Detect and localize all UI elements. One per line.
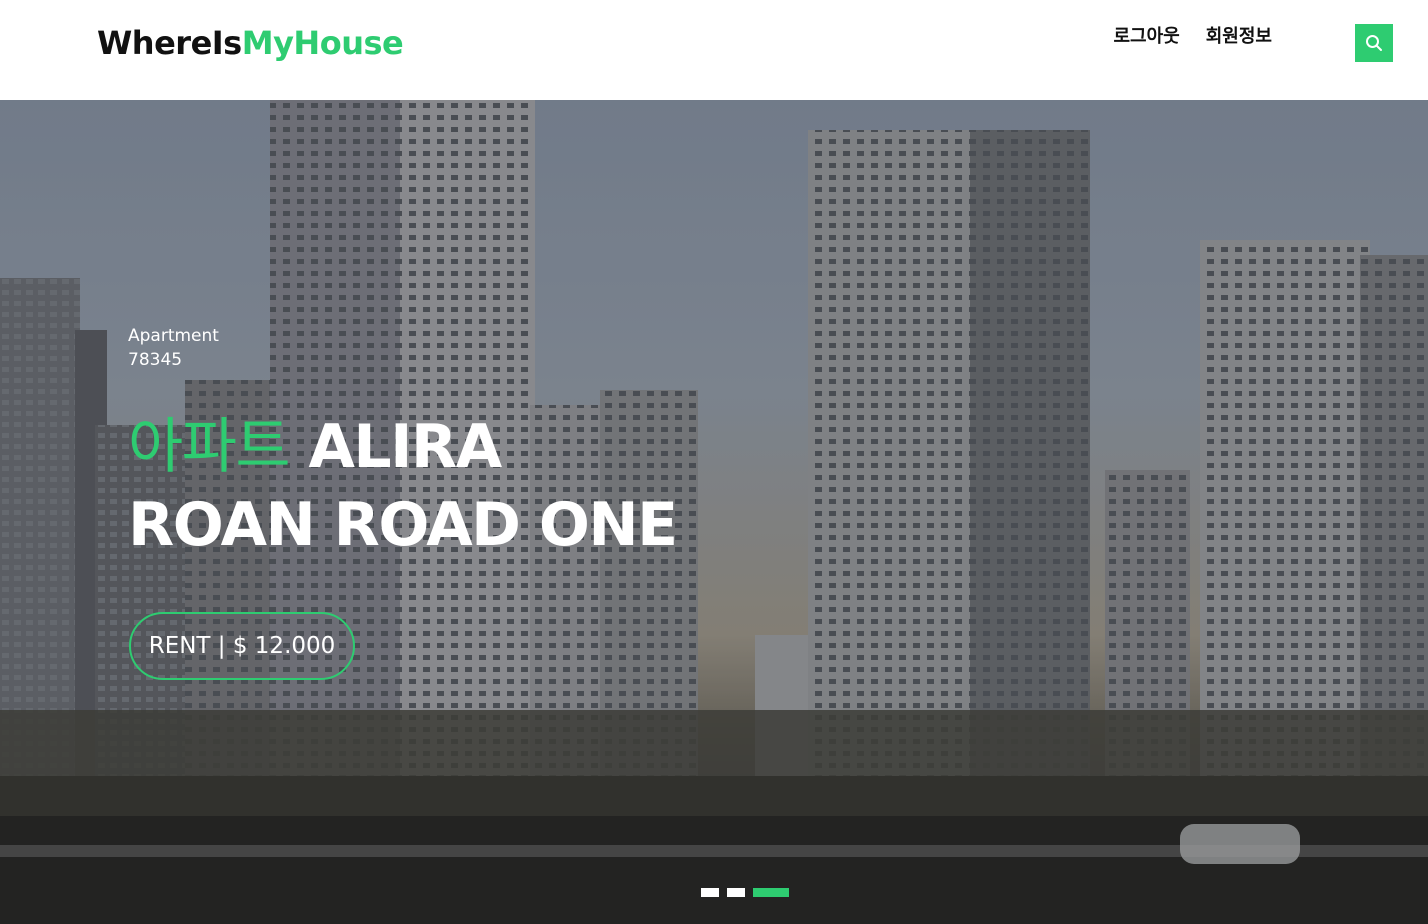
- property-type: Apartment: [128, 326, 219, 346]
- hero-title-rest: ALIRA: [308, 412, 503, 482]
- main-nav: 로그아웃 회원정보: [1114, 24, 1273, 50]
- carousel-dot[interactable]: [701, 888, 719, 897]
- carousel-dot-active[interactable]: [753, 888, 789, 897]
- hero-title: 아파트 ALIRA ROAN ROAD ONE: [128, 408, 678, 564]
- hero-title-line2: ROAN ROAD ONE: [128, 490, 678, 560]
- nav-link-logout[interactable]: 로그아웃: [1114, 24, 1180, 50]
- carousel-dot[interactable]: [727, 888, 745, 897]
- logo-text-main: WhereIs: [97, 24, 242, 62]
- logo-text-accent: MyHouse: [241, 24, 404, 62]
- hero-content: Apartment 78345 아파트 ALIRA ROAN ROAD ONE …: [128, 324, 678, 680]
- nav-link-member-info[interactable]: 회원정보: [1206, 24, 1272, 50]
- hero-slider: Apartment 78345 아파트 ALIRA ROAN ROAD ONE …: [0, 100, 1428, 924]
- site-logo[interactable]: WhereIsMyHouse: [97, 22, 404, 64]
- rent-price-button[interactable]: RENT | $ 12.000: [129, 612, 355, 680]
- search-icon: [1366, 35, 1382, 51]
- hero-title-accent: 아파트: [128, 412, 291, 482]
- carousel-indicators: [701, 888, 789, 897]
- search-button[interactable]: [1355, 24, 1393, 62]
- site-header: WhereIsMyHouse 로그아웃 회원정보: [0, 0, 1428, 100]
- property-number: 78345: [128, 350, 183, 370]
